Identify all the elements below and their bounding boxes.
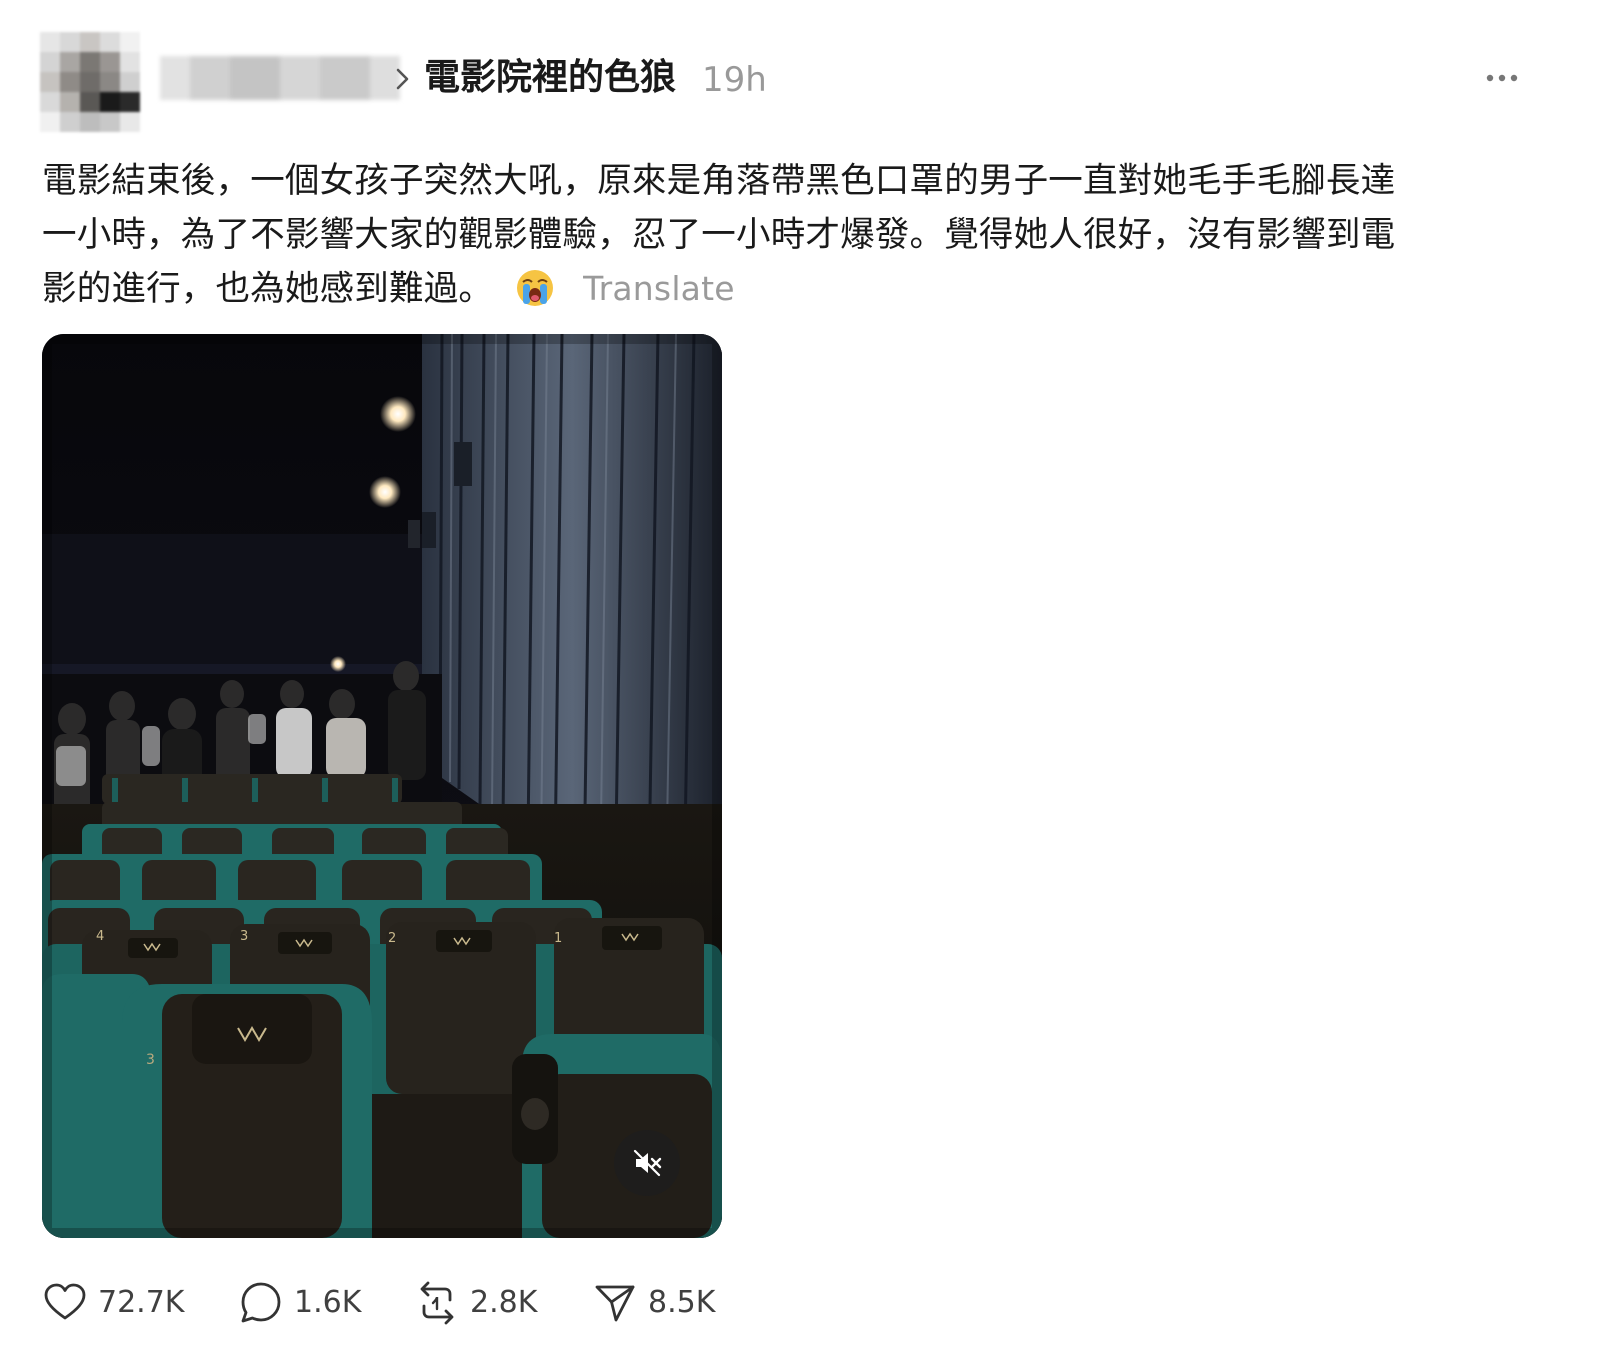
group-name[interactable]: 電影院裡的色狼 bbox=[424, 54, 676, 102]
username-blurred[interactable] bbox=[160, 56, 400, 100]
seat-number: 2 bbox=[388, 931, 396, 946]
post-text-line: 一小時，為了不影響大家的觀影體驗，忍了一小時才爆發。覺得她人很好，沒有影響到電 bbox=[42, 215, 1396, 255]
heart-icon bbox=[44, 1283, 86, 1320]
translate-link[interactable]: Translate bbox=[583, 269, 735, 308]
post-header: 電影院裡的色狼 19h bbox=[40, 28, 1560, 138]
post-video[interactable]: 4 3 2 1 3 bbox=[42, 334, 722, 1238]
mute-toggle-button[interactable] bbox=[614, 1130, 680, 1196]
like-count: 72.7K bbox=[98, 1285, 185, 1320]
like-button[interactable]: 72.7K bbox=[42, 1276, 184, 1330]
share-button[interactable]: 8.5K bbox=[592, 1276, 715, 1330]
timestamp: 19h bbox=[702, 60, 767, 100]
cinema-photo: 4 3 2 1 3 bbox=[42, 334, 722, 1238]
seat-number: 3 bbox=[146, 1052, 155, 1068]
speaker-muted-icon bbox=[633, 1149, 662, 1177]
more-dots-icon[interactable] bbox=[1480, 60, 1530, 96]
comment-icon bbox=[241, 1282, 281, 1323]
thread-post: 電影院裡的色狼 19h 電影結束後，一個女孩子突然大吼，原來是角落帶黑色口罩的男… bbox=[0, 0, 1600, 1372]
repost-button[interactable]: 2.8K bbox=[414, 1276, 537, 1330]
reply-count: 1.6K bbox=[294, 1285, 362, 1320]
crying-face-emoji-icon bbox=[517, 270, 554, 306]
reply-button[interactable]: 1.6K bbox=[238, 1276, 361, 1330]
seat-number: 4 bbox=[96, 929, 104, 944]
post-text-segment: 影的進行，也為她感到難過。 bbox=[42, 269, 494, 309]
post-text-line: 影的進行，也為她感到難過。 Translate bbox=[42, 262, 1562, 316]
repost-icon bbox=[420, 1281, 454, 1325]
seat-number: 3 bbox=[240, 929, 248, 944]
send-icon bbox=[595, 1285, 635, 1322]
share-count: 8.5K bbox=[648, 1285, 716, 1320]
seat-number: 1 bbox=[554, 931, 562, 946]
action-bar: 72.7K 1.6K 2.8K 8.5K bbox=[42, 1276, 942, 1330]
chevron-right-icon bbox=[396, 68, 409, 90]
post-text-line: 電影結束後，一個女孩子突然大吼，原來是角落帶黑色口罩的男子一直對她毛手毛腳長達 bbox=[42, 161, 1396, 201]
avatar[interactable] bbox=[40, 32, 140, 132]
repost-count: 2.8K bbox=[470, 1285, 538, 1320]
post-body: 電影結束後，一個女孩子突然大吼，原來是角落帶黑色口罩的男子一直對她毛手毛腳長達 … bbox=[42, 154, 1562, 316]
